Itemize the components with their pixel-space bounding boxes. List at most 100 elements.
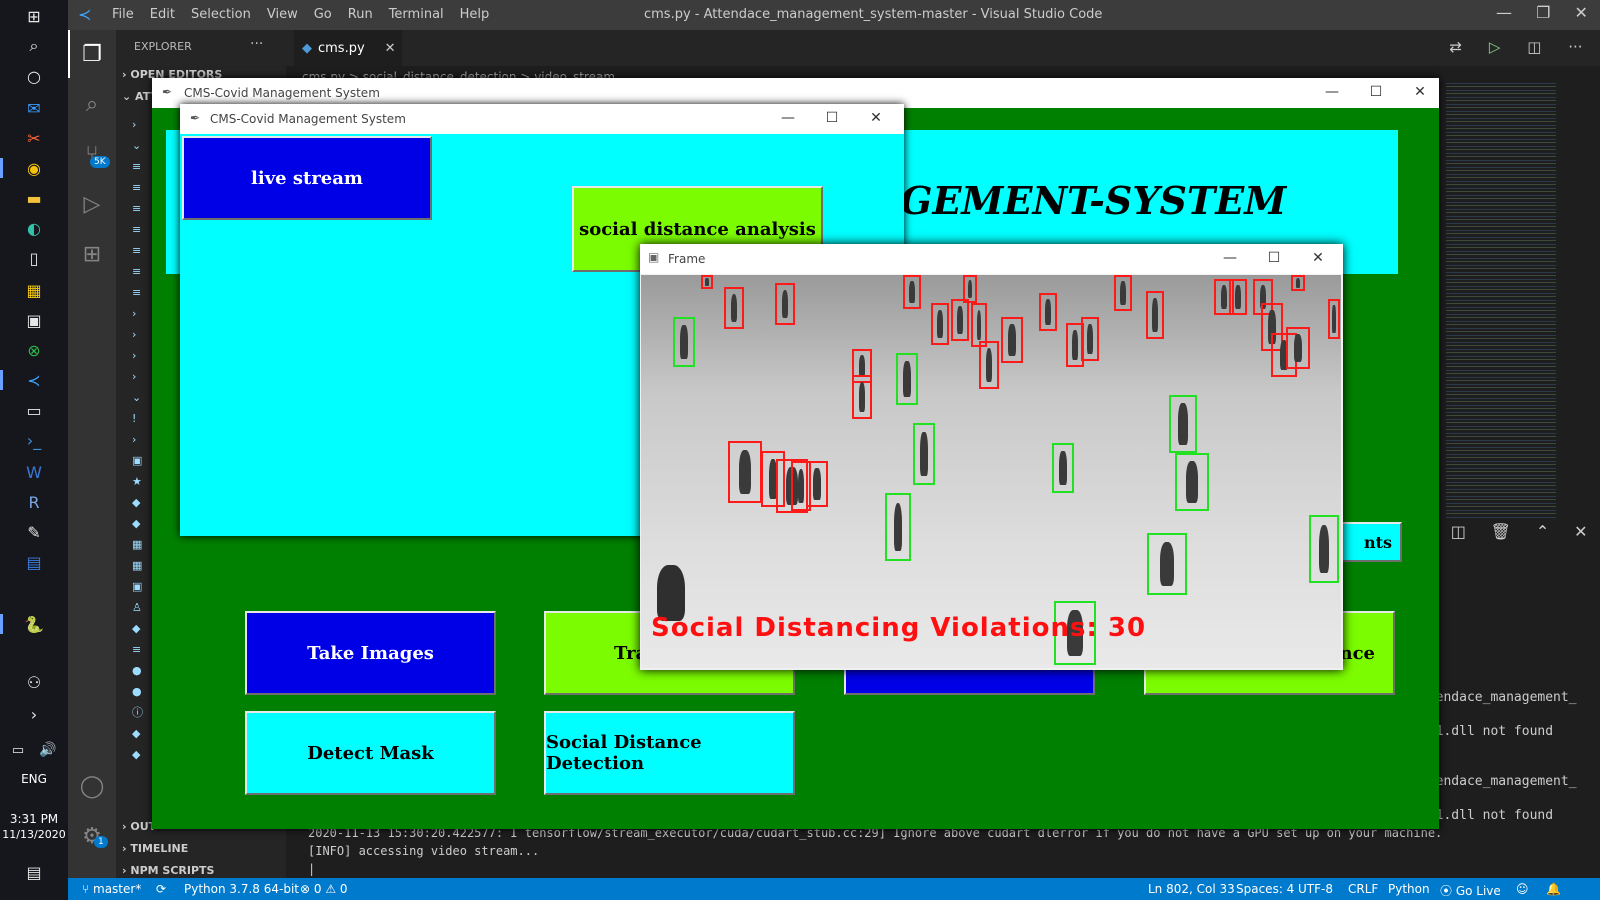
close-icon[interactable]: ✕ <box>854 110 898 126</box>
notification-icon[interactable]: ▤ <box>22 862 46 882</box>
run-icon[interactable]: ▷ <box>1489 38 1501 56</box>
account-icon[interactable]: ◯ <box>68 762 116 810</box>
tk-feather-icon: ✒ <box>162 85 173 99</box>
terminal-cursor[interactable]: | <box>308 862 315 876</box>
chevron-right-icon[interactable]: › <box>22 704 46 724</box>
violation-box <box>951 299 969 341</box>
problems-item[interactable]: ⊗ 0 ⚠ 0 <box>300 882 348 896</box>
maximize-icon[interactable]: ☐ <box>810 110 854 126</box>
feedback-icon[interactable]: ☺ <box>1516 882 1529 896</box>
scm-badge: 5K <box>90 156 110 168</box>
file-tree[interactable]: › ⌄ ≡ ≡ ≡ ≡ ≡ ≡ ≡ › › › › ⌄! › ▣ ★ ◆ ◆ ▦ ▦ ▣ ♙ ◆ ≡ ● ● ⓘ ◆ ◆ <box>132 114 146 761</box>
notepad-icon[interactable]: ▯ <box>22 248 46 268</box>
sync-icon[interactable]: ⟳ <box>156 882 166 896</box>
terminal-icon[interactable]: ▭ <box>22 400 46 420</box>
minimize-icon[interactable]: — <box>1310 84 1354 100</box>
terminal-line: [INFO] accessing video stream... <box>308 844 540 858</box>
tab-close-icon[interactable]: ✕ <box>385 41 396 56</box>
tk-feather-icon: ✒ <box>190 111 201 125</box>
line-ending[interactable]: CRLF <box>1348 882 1378 896</box>
indentation[interactable]: Spaces: 4 <box>1236 882 1294 896</box>
vscode-icon[interactable]: ≺ <box>22 370 46 390</box>
run-debug-icon[interactable]: ▷ <box>68 180 116 228</box>
clock-date[interactable]: 11/13/2020 <box>0 828 68 841</box>
close-icon[interactable]: ✕ <box>1398 84 1442 100</box>
minimize-icon[interactable]: — <box>1208 250 1252 266</box>
language-indicator[interactable]: ENG <box>0 772 68 786</box>
menu-help[interactable]: Help <box>460 7 490 22</box>
menu-edit[interactable]: Edit <box>150 7 175 22</box>
go-live-item[interactable]: ⦿ Go Live <box>1440 882 1501 899</box>
violation-box <box>1328 299 1340 339</box>
close-panel-icon[interactable]: ✕ <box>1574 522 1587 541</box>
running-indicator <box>0 158 3 178</box>
windows-icon[interactable]: ⊞ <box>22 6 46 26</box>
minimap[interactable] <box>1446 80 1556 520</box>
volume-icon[interactable]: 🔊 <box>36 740 60 760</box>
frame-titlebar: ▣ Frame — ☐ ✕ <box>640 244 1343 274</box>
encoding[interactable]: UTF-8 <box>1298 882 1333 896</box>
powerbi-icon[interactable]: ▦ <box>22 280 46 300</box>
split-terminal-icon[interactable]: ◫ <box>1451 522 1466 541</box>
live-stream-button[interactable]: live stream <box>182 136 432 220</box>
menu-file[interactable]: File <box>112 7 134 22</box>
branch-item[interactable]: ⑂ master* <box>82 882 141 896</box>
explorer-icon[interactable]: ❐ <box>68 30 116 78</box>
cortana-icon[interactable]: ○ <box>22 66 46 86</box>
python-idle-icon[interactable]: 🐍 <box>22 614 46 634</box>
take-images-button[interactable]: Take Images <box>245 611 496 695</box>
paint-icon[interactable]: ✎ <box>22 522 46 542</box>
menu-view[interactable]: View <box>267 7 298 22</box>
safe-box <box>896 353 918 405</box>
social-distance-detection-button[interactable]: Social Distance Detection <box>544 711 795 795</box>
battery-icon[interactable]: ▭ <box>6 740 30 760</box>
chrome-icon[interactable]: ◉ <box>22 158 46 178</box>
menu-selection[interactable]: Selection <box>191 7 251 22</box>
menu-go[interactable]: Go <box>314 7 332 22</box>
detect-mask-button[interactable]: Detect Mask <box>245 711 496 795</box>
r-icon[interactable]: R <box>22 492 46 512</box>
trash-icon[interactable]: 🗑 <box>1491 522 1511 541</box>
menu-terminal[interactable]: Terminal <box>389 7 444 22</box>
maximize-icon[interactable]: ☐ <box>1354 84 1398 100</box>
whiteboard-icon[interactable]: ▤ <box>22 552 46 572</box>
source-control-icon[interactable]: ⑂ <box>68 130 116 178</box>
close-icon[interactable]: ✕ <box>1575 3 1588 22</box>
file-explorer-icon[interactable]: ▬ <box>22 188 46 208</box>
clock-time[interactable]: 3:31 PM <box>0 812 68 826</box>
explorer-title: EXPLORER <box>134 40 192 53</box>
compare-icon[interactable]: ⇄ <box>1449 38 1462 56</box>
tab-cms-py[interactable]: ◆ cms.py ✕ <box>294 30 402 66</box>
mail-icon[interactable]: ✉ <box>22 98 46 118</box>
restore-icon[interactable]: ❐ <box>1536 3 1550 22</box>
cms-sub-titlebar: ✒ CMS-Covid Management System — ☐ ✕ <box>180 104 904 134</box>
store-icon[interactable]: ▣ <box>22 310 46 330</box>
cursor-position[interactable]: Ln 802, Col 33 <box>1148 882 1235 896</box>
xbox-icon[interactable]: ⊗ <box>22 340 46 360</box>
people-icon[interactable]: ⚇ <box>22 672 46 692</box>
close-icon[interactable]: ✕ <box>1296 250 1340 266</box>
powershell-icon[interactable]: ›_ <box>22 430 46 450</box>
split-editor-icon[interactable]: ◫ <box>1527 38 1541 56</box>
snipping-icon[interactable]: ✂ <box>22 128 46 148</box>
npm-scripts-section[interactable]: › NPM SCRIPTS <box>122 864 214 877</box>
more-icon[interactable]: ··· <box>1568 38 1582 56</box>
search-icon[interactable]: ⌕ <box>22 36 46 56</box>
word-icon[interactable]: W <box>22 462 46 482</box>
minimize-icon[interactable]: — <box>1496 3 1512 22</box>
maximize-icon[interactable]: ☐ <box>1252 250 1296 266</box>
maximize-panel-icon[interactable]: ⌃ <box>1536 522 1549 541</box>
violation-box <box>1229 279 1247 315</box>
search-icon[interactable]: ⌕ <box>68 80 116 128</box>
settings-gear-icon[interactable]: ⚙ <box>68 812 116 860</box>
minimize-icon[interactable]: — <box>766 110 810 126</box>
more-actions-icon[interactable]: ··· <box>250 36 263 52</box>
violation-box <box>1114 275 1132 311</box>
language-mode[interactable]: Python <box>1388 882 1430 896</box>
timeline-section[interactable]: › TIMELINE <box>122 842 188 855</box>
extensions-icon[interactable]: ⊞ <box>68 230 116 278</box>
edge-icon[interactable]: ◐ <box>22 218 46 238</box>
python-interpreter[interactable]: Python 3.7.8 64-bit <box>184 882 299 896</box>
menu-run[interactable]: Run <box>348 7 373 22</box>
bell-icon[interactable]: 🔔 <box>1546 882 1561 896</box>
